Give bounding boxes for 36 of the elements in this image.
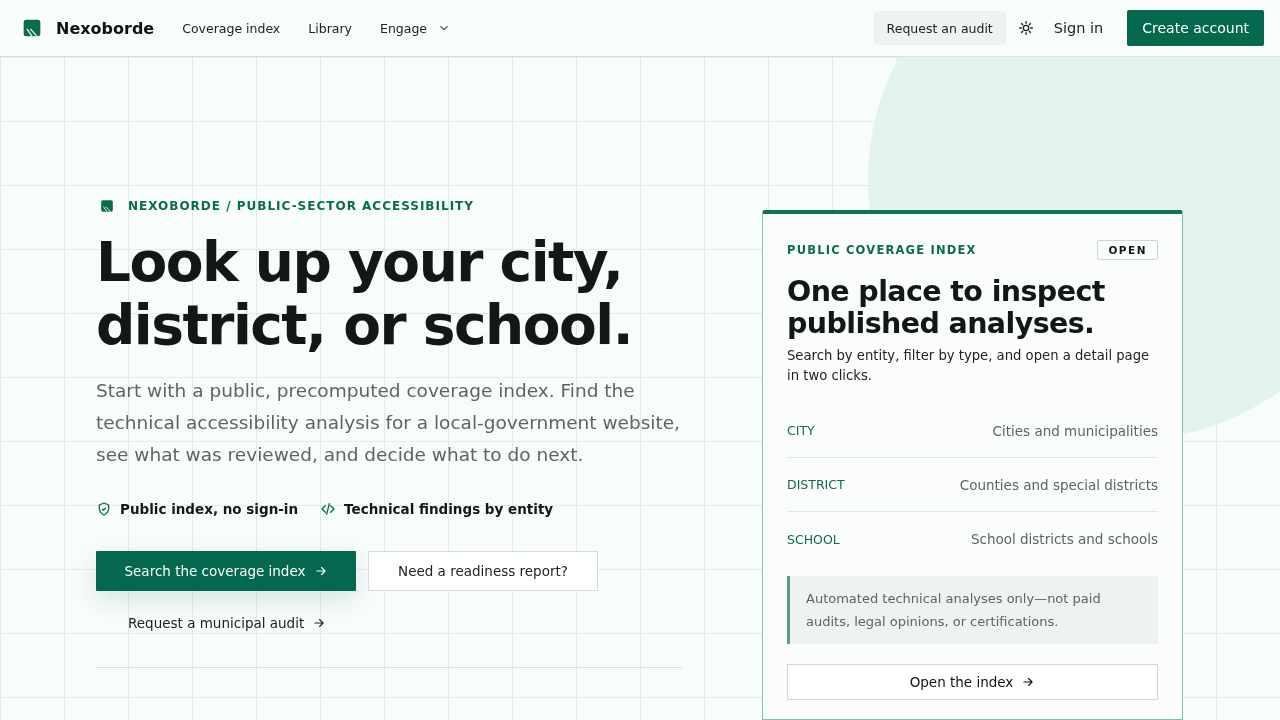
- nav-link[interactable]: Library: [308, 20, 352, 36]
- nav-link[interactable]: Engage: [380, 20, 452, 36]
- logo-icon: [100, 199, 114, 213]
- arrow-right-icon: [313, 564, 328, 578]
- card-heading: One place to inspect published analyses.: [787, 276, 1106, 340]
- status-badge: OPEN: [1097, 240, 1158, 260]
- nav-link[interactable]: Coverage index: [182, 20, 281, 36]
- disclaimer-note: Automated technical analyses only—not paid audits, legal opinions, or certifications.: [787, 576, 1158, 644]
- type-label: Counties and special districts: [959, 476, 1158, 493]
- municipal-audit-link[interactable]: Request a municipal audit: [128, 615, 327, 631]
- card-eyebrow: PUBLIC COVERAGE INDEX: [787, 243, 977, 257]
- feature-label: Technical findings by entity: [344, 501, 554, 517]
- arrow-right-icon: [1021, 675, 1036, 689]
- feature-label: Public index, no sign-in: [120, 501, 299, 517]
- shield-check-icon: [96, 501, 112, 517]
- eyebrow-text: NEXOBORDE / PUBLIC-SECTOR ACCESSIBILITY: [128, 199, 474, 213]
- type-code: DISTRICT: [787, 477, 845, 492]
- create-account-button[interactable]: Create account: [1127, 10, 1264, 46]
- sign-in-link[interactable]: Sign in: [1053, 20, 1104, 36]
- card-description: Search by entity, filter by type, and open a detail page in two clicks.: [787, 347, 1151, 385]
- audit-button[interactable]: Request an audit: [873, 11, 1006, 45]
- search-index-button[interactable]: Search the coverage index: [96, 551, 356, 591]
- sun-icon: [1017, 20, 1034, 36]
- logo-icon: [22, 18, 42, 38]
- open-index-button[interactable]: Open the index: [787, 664, 1158, 700]
- theme-toggle-button[interactable]: [1017, 20, 1034, 36]
- brand-link[interactable]: Nexoborde: [22, 18, 155, 38]
- hero-heading: Look up your city, district, or school.: [96, 231, 634, 357]
- code-icon: [320, 501, 337, 517]
- arrow-right-icon: [312, 616, 327, 630]
- type-code: SCHOOL: [787, 531, 840, 547]
- type-code: CITY: [787, 423, 815, 438]
- type-label: Cities and municipalities: [992, 422, 1158, 439]
- type-label: School districts and schools: [970, 531, 1158, 547]
- readiness-report-button[interactable]: Need a readiness report?: [368, 551, 598, 591]
- hero-description: Start with a public, precomputed coverage index. Find the technical accessibility analysis for a local-government website, see what was reviewed, and decide what to do next.: [96, 379, 681, 467]
